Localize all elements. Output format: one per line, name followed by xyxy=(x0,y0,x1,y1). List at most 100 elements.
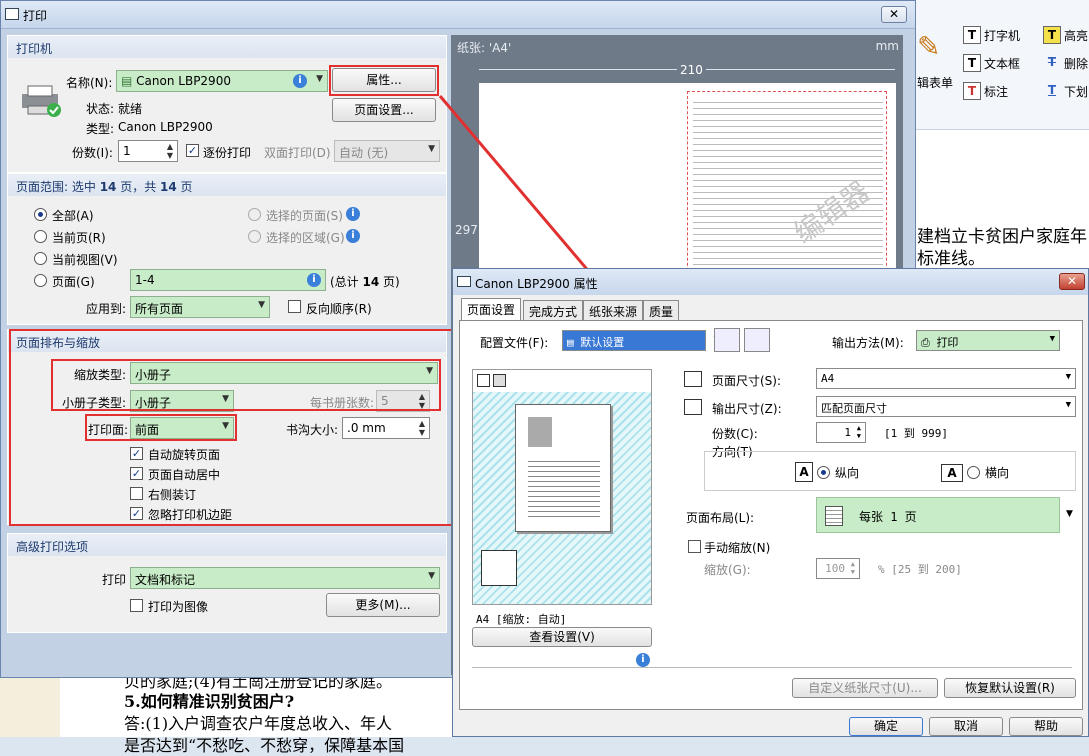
scale-stepper[interactable]: 100 ▲ ▼ xyxy=(816,558,860,579)
document-text-right: 建档立卡贫困户家庭年 标准线。 xyxy=(915,130,1089,280)
range-current-view-radio[interactable] xyxy=(34,252,47,265)
printer-name-select[interactable]: ▤ Canon LBP2900 i ▼ xyxy=(116,70,328,92)
printer-info-icon[interactable]: i xyxy=(628,653,650,673)
add-profile-icon[interactable] xyxy=(714,328,740,352)
form-edit-icon[interactable]: ✎ xyxy=(917,30,940,63)
ribbon-underline[interactable]: T 下划 xyxy=(1043,82,1088,100)
chevron-down-icon[interactable]: ▼ xyxy=(1066,509,1073,519)
advanced-section-header: 高级打印选项 xyxy=(8,534,446,556)
info-icon[interactable]: i xyxy=(346,207,360,221)
highlight-box-print-side xyxy=(85,414,237,441)
apply-to-select[interactable]: 所有页面 ▼ xyxy=(130,296,270,318)
manual-scale-checkbox[interactable] xyxy=(688,540,701,553)
ribbon-textbox[interactable]: T 文本框 xyxy=(963,54,1020,72)
page-size-icon xyxy=(684,371,702,387)
tab-page-setup[interactable]: 页面设置 xyxy=(461,298,522,321)
copies-label: 份数(I): xyxy=(72,146,113,160)
chevron-down-icon: ▼ xyxy=(258,300,265,310)
print-what-select[interactable]: 文档和标记 ▼ xyxy=(130,567,440,589)
ribbon-typewriter[interactable]: T 打字机 xyxy=(963,26,1020,44)
info-icon[interactable]: i xyxy=(307,273,321,287)
ok-button[interactable]: 确定 xyxy=(849,717,923,736)
info-icon[interactable]: i xyxy=(346,229,360,243)
tab-quality[interactable]: 质量 xyxy=(643,300,680,320)
page-view-icon[interactable] xyxy=(477,374,490,387)
printer-name-label: 名称(N): xyxy=(66,76,113,90)
range-pages-radio[interactable] xyxy=(34,274,47,287)
output-method-select[interactable]: ⎙ 打印 ▼ xyxy=(916,330,1060,351)
prop-copies-label: 份数(C): xyxy=(712,427,758,441)
copies-range: [1 到 999] xyxy=(884,427,948,440)
output-size-label: 输出尺寸(Z): xyxy=(712,402,782,416)
status-label: 状态: xyxy=(86,102,115,116)
reverse-order-checkbox[interactable] xyxy=(288,300,301,313)
highlight-box-scale xyxy=(51,359,441,411)
edit-profile-icon[interactable] xyxy=(744,328,770,352)
chevron-down-icon: ▼ xyxy=(316,74,323,84)
page-setup-button[interactable]: 页面设置... xyxy=(332,98,436,122)
scale-range: % [25 到 200] xyxy=(878,563,962,576)
landscape-radio[interactable] xyxy=(967,466,980,479)
ribbon-callout[interactable]: T 标注 xyxy=(963,82,1008,100)
page-layout-select[interactable]: 每张 1 页 xyxy=(816,497,1060,533)
range-current-view-label: 当前视图(V) xyxy=(52,253,118,267)
view-settings-button[interactable]: 查看设置(V) xyxy=(472,627,652,647)
type-value: Canon LBP2900 xyxy=(118,120,213,134)
copies-stepper[interactable]: 1 ▲ ▼ xyxy=(118,140,178,162)
printer-icon xyxy=(18,84,64,118)
output-size-icon xyxy=(684,399,702,415)
selected-pages-radio[interactable] xyxy=(248,208,261,221)
range-all-radio[interactable] xyxy=(34,208,47,221)
range-current-page-radio[interactable] xyxy=(34,230,47,243)
tab-paper-source[interactable]: 纸张来源 xyxy=(583,300,644,320)
printer-window-icon xyxy=(457,276,471,287)
close-button[interactable]: ✕ xyxy=(1059,273,1085,290)
height-value: 297 xyxy=(455,223,478,237)
output-size-select[interactable]: 匹配页面尺寸 ▼ xyxy=(816,396,1076,417)
spin-icon[interactable]: ▲ ▼ xyxy=(167,142,173,160)
custom-paper-size-button[interactable]: 自定义纸张尺寸(U)... xyxy=(792,678,938,698)
page-size-select[interactable]: A4 ▼ xyxy=(816,368,1076,389)
strikeout-icon: T xyxy=(1047,55,1057,69)
chevron-down-icon: ▼ xyxy=(1049,334,1055,344)
typewriter-icon: T xyxy=(963,26,981,44)
ribbon-highlight[interactable]: T 高亮 xyxy=(1043,26,1088,44)
ribbon-form-label[interactable]: 辑表单 xyxy=(917,74,953,91)
unit-label: mm xyxy=(875,39,899,53)
advanced-section: 高级打印选项 打印 文档和标记 ▼ 打印为图像 更多(M)... xyxy=(7,533,447,633)
profile-select[interactable]: ▤ 默认设置▼ xyxy=(562,330,719,351)
spin-icon[interactable]: ▲ ▼ xyxy=(857,424,861,440)
printer-view-icon[interactable] xyxy=(493,374,506,387)
selected-pages-label: 选择的页面(S) xyxy=(266,209,343,223)
collate-label: 逐份打印 xyxy=(203,146,252,160)
printer-section: 打印机 名称(N): ▤ Canon LBP2900 i ▼ 属性... 页面设… xyxy=(7,35,447,173)
pages-input[interactable]: 1-4 i xyxy=(130,269,326,291)
chevron-down-icon: ▼ xyxy=(428,144,435,154)
close-button[interactable]: ✕ xyxy=(881,6,907,23)
info-icon[interactable]: i xyxy=(293,74,307,88)
profile-label: 配置文件(F): xyxy=(480,336,549,350)
restore-defaults-button[interactable]: 恢复默认设置(R) xyxy=(944,678,1076,698)
more-button[interactable]: 更多(M)... xyxy=(326,593,440,617)
type-label: 类型: xyxy=(86,122,115,136)
print-as-image-label: 打印为图像 xyxy=(148,600,209,614)
help-button[interactable]: 帮助 xyxy=(1009,717,1083,736)
portrait-radio[interactable] xyxy=(817,466,830,479)
range-current-page-label: 当前页(R) xyxy=(52,231,106,245)
preview-caption: A4 [缩放: 自动] xyxy=(476,613,567,626)
tab-finishing[interactable]: 完成方式 xyxy=(523,300,584,320)
print-as-image-checkbox[interactable] xyxy=(130,599,143,612)
properties-titlebar: Canon LBP2900 属性 ✕ xyxy=(453,269,1088,295)
portrait-icon: A xyxy=(795,462,813,482)
ribbon-strikeout[interactable]: T 删除 xyxy=(1043,54,1088,72)
collate-checkbox[interactable]: ✓ xyxy=(186,144,199,157)
highlight-box-properties xyxy=(329,65,439,96)
cancel-button[interactable]: 取消 xyxy=(929,717,1003,736)
prop-copies-stepper[interactable]: 1 ▲ ▼ xyxy=(816,422,866,443)
duplex-select[interactable]: 自动 (无) ▼ xyxy=(334,140,440,162)
page-setup-panel: 配置文件(F): ▤ 默认设置▼ 输出方法(M): ⎙ 打印▼ A4 [缩放: … xyxy=(459,320,1083,710)
callout-icon: T xyxy=(963,82,981,100)
paper-stack-icon[interactable] xyxy=(481,550,517,586)
selected-area-radio[interactable] xyxy=(248,230,261,243)
width-value: 210 xyxy=(677,63,706,77)
